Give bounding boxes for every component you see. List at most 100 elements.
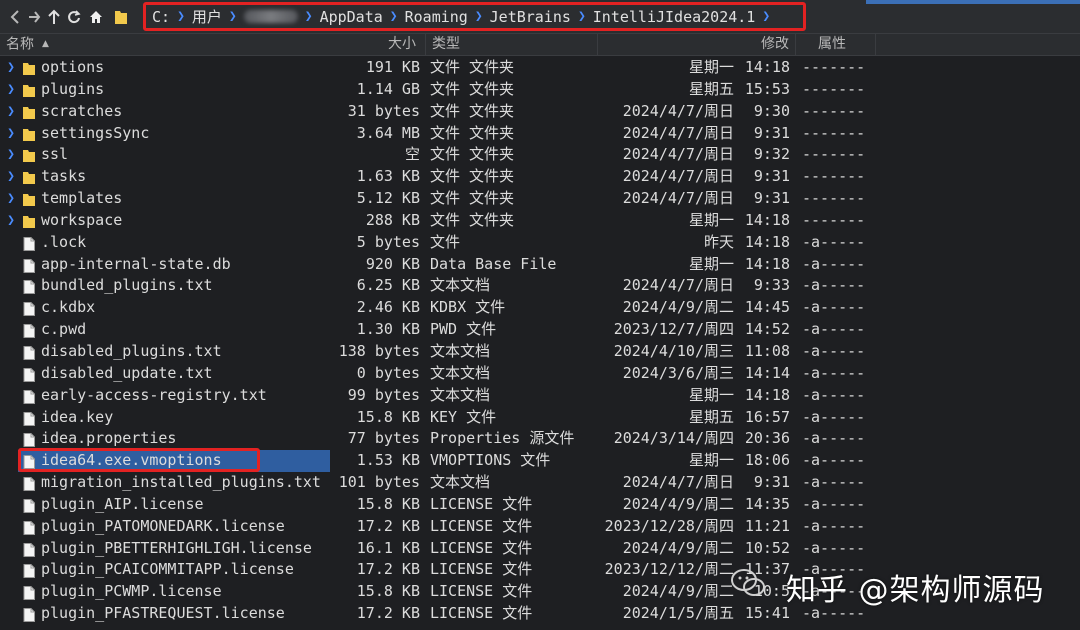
file-row[interactable]: plugin_PBETTERHIGHLIGH.license 16.1 KB LIC… xyxy=(0,538,1080,560)
column-header-type[interactable]: 类型 xyxy=(426,34,598,55)
forward-arrow-icon[interactable] xyxy=(27,8,41,26)
file-modified-time: 14:18 xyxy=(744,58,790,76)
file-row[interactable]: c.kdbx 2.46 KB KDBX 文件 2024/4/9/周二 14:45 -a--… xyxy=(0,297,1080,319)
file-modified-date: 2023/12/7/周四 xyxy=(613,320,734,339)
file-row[interactable]: plugin_PATOMONEDARK.license 17.2 KB LICENS… xyxy=(0,516,1080,538)
search-field-edge[interactable] xyxy=(866,0,1080,4)
file-type: 文件 文件夹 xyxy=(430,167,515,186)
file-row[interactable]: app-internal-state.db 920 KB Data Base Fil… xyxy=(0,254,1080,276)
chevron-right-icon[interactable]: ❯ xyxy=(578,9,586,24)
file-attributes: ------- xyxy=(802,101,866,120)
chevron-right-icon[interactable]: ❯ xyxy=(5,188,17,210)
crumb-appdata[interactable]: AppData xyxy=(320,8,383,26)
folder-icon xyxy=(114,9,128,29)
file-modified-time: 14:18 xyxy=(744,385,790,404)
up-arrow-icon[interactable] xyxy=(47,8,61,26)
file-type: VMOPTIONS 文件 xyxy=(430,451,551,470)
folder-row[interactable]: ❯ templates 5.12 KB 文件 文件夹 2024/4/7/周日 9:31 --… xyxy=(0,188,1080,210)
file-row[interactable]: early-access-registry.txt 99 bytes 文本文档 星期一… xyxy=(0,385,1080,407)
chevron-right-icon[interactable]: ❯ xyxy=(5,166,17,188)
crumb-roaming[interactable]: Roaming xyxy=(405,8,468,26)
column-header-attributes[interactable]: 属性 xyxy=(796,34,876,55)
file-size: 5.12 KB xyxy=(356,189,420,208)
file-attributes: ------- xyxy=(802,210,866,229)
file-modified-time: 20:36 xyxy=(744,429,790,448)
file-type: LICENSE 文件 xyxy=(430,494,533,513)
file-name: plugin_PATOMONEDARK.license xyxy=(41,516,285,535)
file-attributes: ------- xyxy=(802,123,866,142)
file-name: disabled_update.txt xyxy=(41,363,213,382)
file-size: 6.25 KB xyxy=(356,276,420,295)
chevron-right-icon[interactable]: ❯ xyxy=(5,101,17,123)
file-modified-time: 9:30 xyxy=(753,101,790,120)
file-name: workspace xyxy=(41,210,123,229)
folder-icon xyxy=(22,192,36,207)
chevron-right-icon[interactable]: ❯ xyxy=(390,9,398,24)
column-header-name[interactable]: 名称 ▲ xyxy=(0,34,426,55)
file-modified-date: 星期五 xyxy=(688,407,734,426)
file-row[interactable]: bundled_plugins.txt 6.25 KB 文本文档 2024/4/7/周… xyxy=(0,275,1080,297)
file-icon xyxy=(22,367,36,382)
file-size: 77 bytes xyxy=(347,429,420,448)
file-icon xyxy=(22,432,36,448)
folder-row[interactable]: ❯ tasks 1.63 KB 文件 文件夹 2024/4/7/周日 9:31 ------… xyxy=(0,166,1080,188)
file-modified-time: 14:45 xyxy=(744,298,790,317)
folder-row[interactable]: ❯ scratches 31 bytes 文件 文件夹 2024/4/7/周日 9:30-… xyxy=(0,101,1080,123)
file-row[interactable]: disabled_plugins.txt 138 bytes 文本文档 2024/4/… xyxy=(0,341,1080,363)
folder-row[interactable]: ❯ workspace 288 KB 文件 文件夹 星期一 14:18 ------- xyxy=(0,210,1080,232)
chevron-right-icon[interactable]: ❯ xyxy=(305,9,313,24)
chevron-right-icon[interactable]: ❯ xyxy=(229,9,237,24)
crumb-users[interactable]: 用户 xyxy=(192,6,222,27)
file-row[interactable]: .lock 5 bytes 文件 昨天 14:18 -a----- xyxy=(0,232,1080,254)
file-row[interactable]: c.pwd 1.30 KB PWD 文件 2023/12/7/周四 14:52 -a---… xyxy=(0,319,1080,341)
folder-row[interactable]: ❯ options 191 KB 文件 文件夹 星期一 14:18 ------- xyxy=(0,57,1080,79)
file-row[interactable]: idea.properties 77 bytes Properties 源文件 202… xyxy=(0,428,1080,450)
chevron-right-icon[interactable]: ❯ xyxy=(5,144,17,166)
file-modified-date: 星期五 xyxy=(688,79,734,98)
file-attributes: -a----- xyxy=(802,341,866,360)
column-header-modified[interactable]: 修改 xyxy=(598,34,796,55)
file-icon xyxy=(22,236,36,251)
chevron-right-icon[interactable]: ❯ xyxy=(5,57,17,79)
file-attributes: ------- xyxy=(802,189,866,208)
file-attributes: ------- xyxy=(802,79,866,98)
folder-icon xyxy=(22,61,36,75)
file-size: 16.1 KB xyxy=(356,538,420,557)
home-icon[interactable] xyxy=(89,8,103,26)
file-row[interactable]: plugin_AIP.license 15.8 KB LICENSE 文件 2024/… xyxy=(0,494,1080,516)
back-arrow-icon[interactable] xyxy=(8,8,22,26)
file-name: ssl xyxy=(41,145,69,164)
chevron-right-icon[interactable]: ❯ xyxy=(762,9,770,24)
file-type: KEY 文件 xyxy=(430,407,497,426)
file-name: tasks xyxy=(41,167,87,186)
file-icon xyxy=(22,454,36,470)
chevron-right-icon[interactable]: ❯ xyxy=(475,9,483,24)
crumb-intellij[interactable]: IntelliJIdea2024.1 xyxy=(593,8,756,26)
column-header-name-label: 名称 xyxy=(6,36,34,53)
crumb-drive[interactable]: C: xyxy=(152,8,170,26)
file-row[interactable]: disabled_update.txt 0 bytes 文本文档 2024/3/6/周… xyxy=(0,363,1080,385)
file-type: LICENSE 文件 xyxy=(430,582,533,601)
chevron-right-icon[interactable]: ❯ xyxy=(177,9,185,24)
file-icon xyxy=(22,542,36,557)
crumb-username-redacted[interactable] xyxy=(243,10,298,23)
chevron-right-icon[interactable]: ❯ xyxy=(5,79,17,101)
chevron-right-icon[interactable]: ❯ xyxy=(5,123,17,145)
file-icon xyxy=(22,389,36,404)
file-modified-date: 2023/12/12/周二 xyxy=(604,560,734,579)
chevron-right-icon[interactable]: ❯ xyxy=(5,210,17,232)
file-icon xyxy=(22,563,36,579)
file-row[interactable]: idea.key 15.8 KB KEY 文件 星期五 16:57 -a----- xyxy=(0,407,1080,429)
folder-row[interactable]: ❯ settingsSync 3.64 MB 文件 文件夹 2024/4/7/周日 9:3… xyxy=(0,123,1080,145)
file-modified-time: 14:35 xyxy=(744,494,790,513)
folder-row[interactable]: ❯ ssl 空文件 文件夹 2024/4/7/周日 9:32 ------- xyxy=(0,144,1080,166)
crumb-jetbrains[interactable]: JetBrains xyxy=(490,8,571,26)
file-attributes: -a----- xyxy=(802,363,866,382)
file-size: 15.8 KB xyxy=(356,582,420,601)
file-row[interactable]: migration_installed_plugins.txt 101 bytes… xyxy=(0,472,1080,494)
folder-row[interactable]: ❯ plugins 1.14 GB 文件 文件夹 星期五 15:53 ------- xyxy=(0,79,1080,101)
file-size: 5 bytes xyxy=(356,232,420,251)
refresh-icon[interactable] xyxy=(67,8,81,26)
file-row[interactable]: idea64.exe.vmoptions 1.53 KB VMOPTIONS 文件 星… xyxy=(0,448,1080,473)
file-name: plugin_PCWMP.license xyxy=(41,582,222,601)
